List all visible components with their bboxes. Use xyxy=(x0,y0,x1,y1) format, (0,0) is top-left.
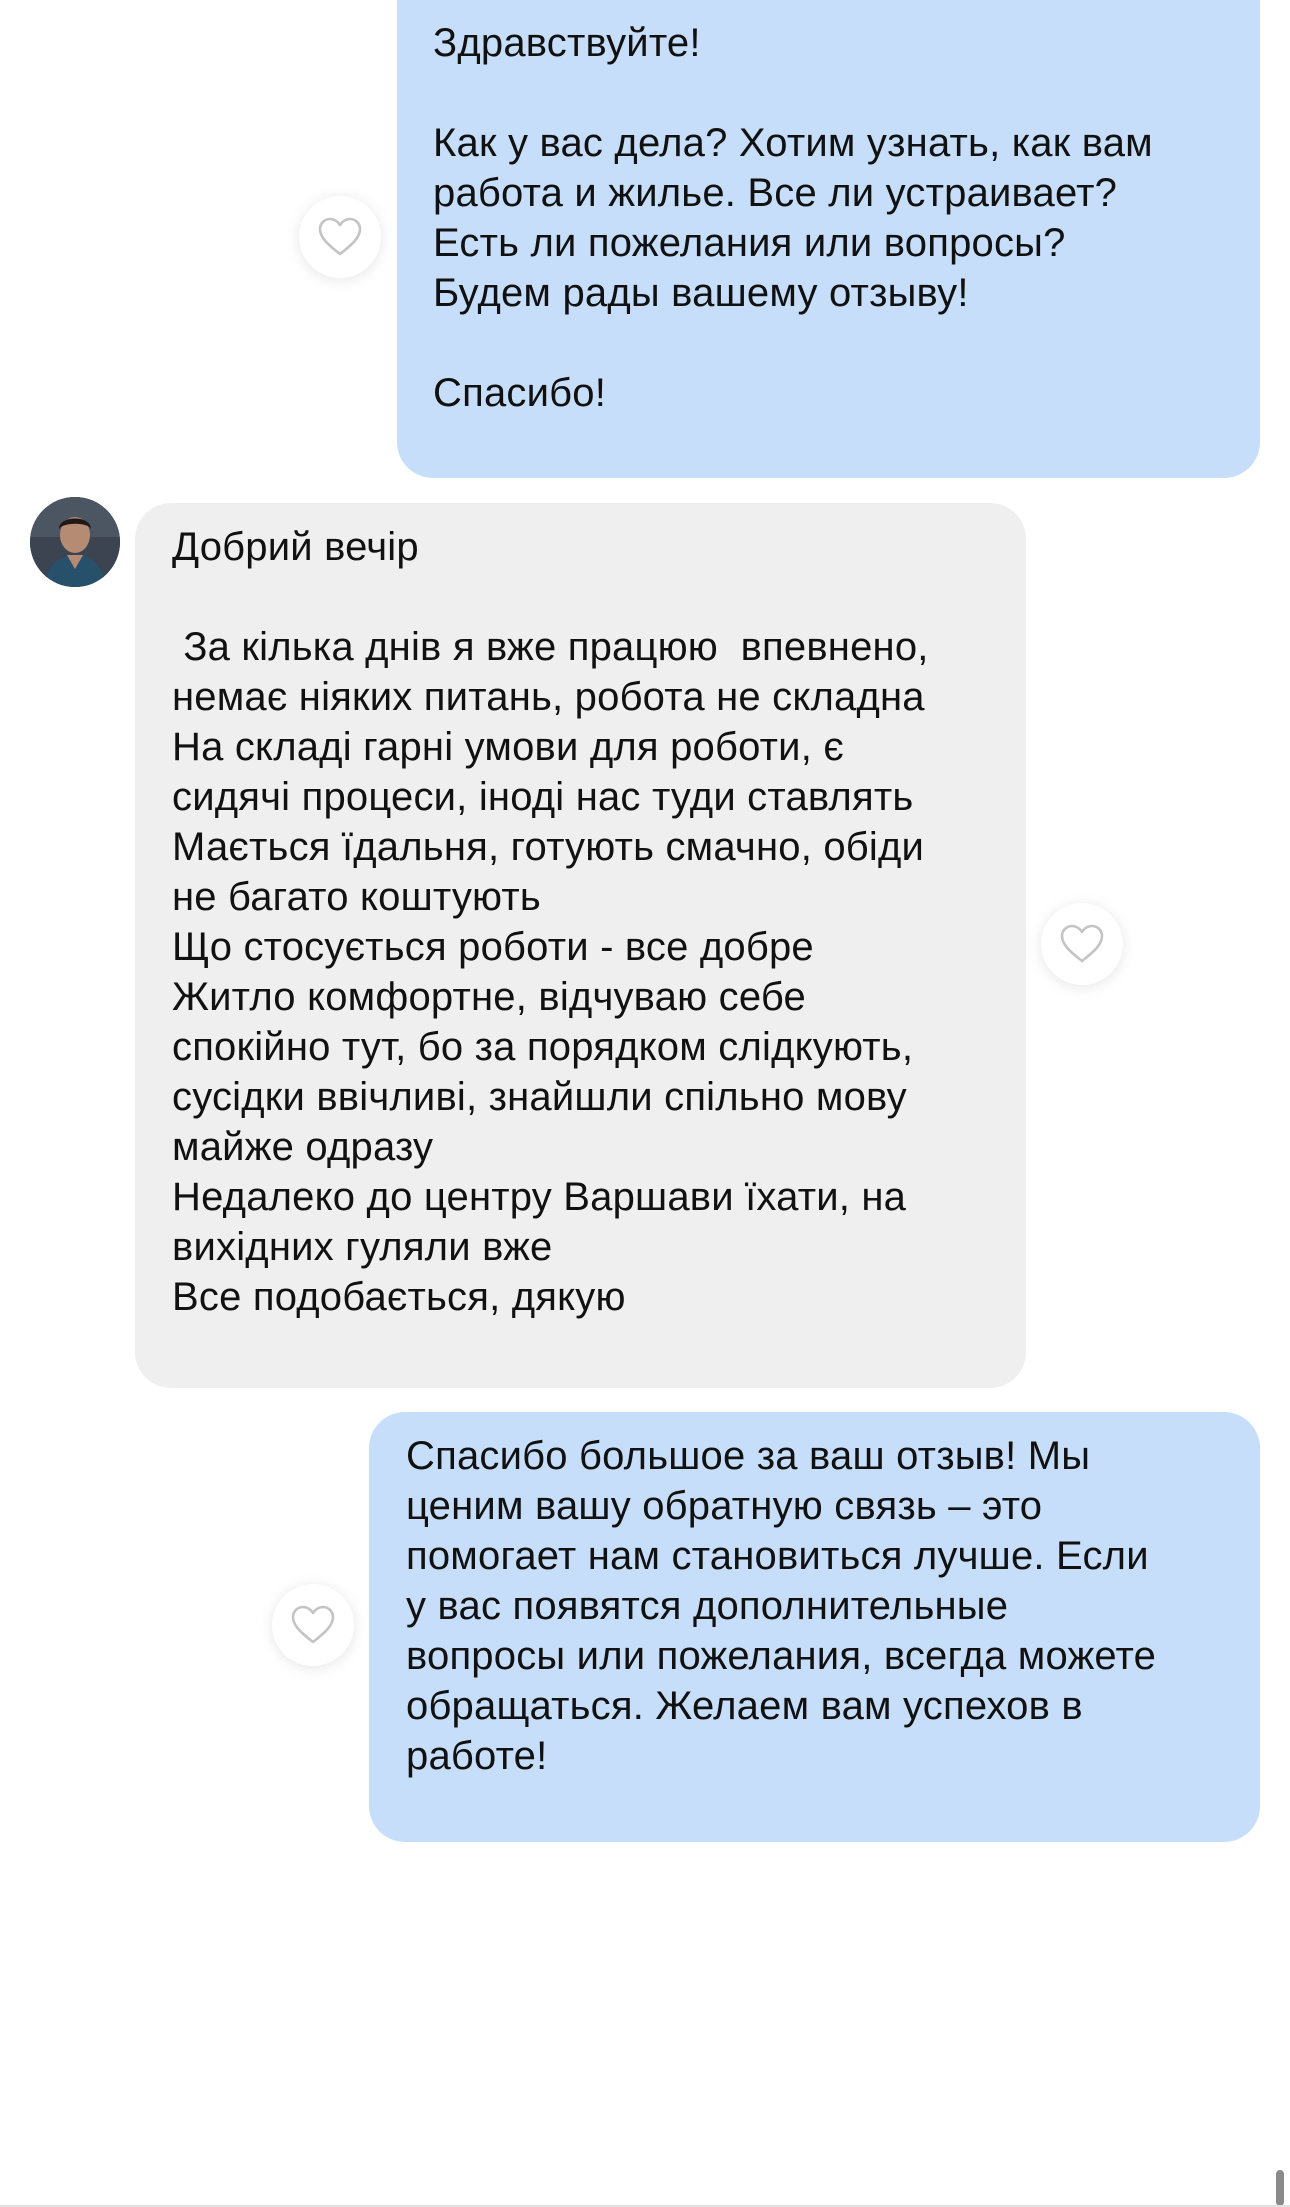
message-line: вихідних гуляли вже xyxy=(172,1225,553,1269)
like-button[interactable] xyxy=(1041,903,1123,985)
message-line xyxy=(433,68,1230,118)
message-line: Недалеко до центру Варшави їхати, на xyxy=(172,1175,907,1219)
message-line xyxy=(433,318,1230,368)
message-line: сусідки ввічливі, знайшли спільно мову xyxy=(172,1075,907,1119)
message-line: На складі гарні умови для роботи, є xyxy=(172,725,844,769)
message-bubble-outgoing[interactable]: Здравствуйте! Как у вас дела? Хотим узна… xyxy=(397,0,1260,478)
message-line: Житло комфортне, відчуваю себе xyxy=(172,975,806,1019)
message-line xyxy=(172,572,996,622)
heart-outline-icon xyxy=(1060,924,1104,963)
message-line: За кілька днів я вже працюю впевнено, xyxy=(172,625,929,669)
message-line: ценим вашу обратную связь – это xyxy=(406,1484,1043,1528)
message-bubble-incoming[interactable]: Добрий вечір За кілька днів я вже працюю… xyxy=(135,503,1026,1388)
message-bubble-outgoing[interactable]: Спасибо большое за ваш отзыв! Мы ценим в… xyxy=(369,1412,1260,1842)
message-line: помогает нам становиться лучше. Если xyxy=(406,1534,1149,1578)
message-line: Все подобається, дякую xyxy=(172,1275,626,1319)
heart-outline-icon xyxy=(318,217,362,256)
message-line: сидячі процеси, іноді нас туди ставлять xyxy=(172,775,914,819)
heart-outline-icon xyxy=(291,1605,335,1644)
message-line: работе! xyxy=(406,1734,548,1778)
message-line: немає ніяких питань, робота не складна xyxy=(172,675,925,719)
like-button[interactable] xyxy=(272,1584,354,1666)
message-line: у вас появятся дополнительные xyxy=(406,1584,1009,1628)
avatar-image xyxy=(30,497,120,587)
message-line: Есть ли пожелания или вопросы? xyxy=(433,221,1066,265)
like-button[interactable] xyxy=(299,196,381,278)
message-line: Здравствуйте! xyxy=(433,21,701,65)
message-line: Спасибо большое за ваш отзыв! Мы xyxy=(406,1434,1091,1478)
message-line: Мається їдальня, готують смачно, обіди xyxy=(172,825,925,869)
message-line: спокійно тут, бо за порядком слідкують, xyxy=(172,1025,914,1069)
contact-avatar[interactable] xyxy=(30,497,120,587)
message-line: Добрий вечір xyxy=(172,525,419,569)
message-line: майже одразу xyxy=(172,1125,434,1169)
message-line: Будем рады вашему отзыву! xyxy=(433,271,969,315)
message-line: обращаться. Желаем вам успехов в xyxy=(406,1684,1083,1728)
scrollbar-thumb[interactable] xyxy=(1276,2170,1284,2206)
message-line: вопросы или пожелания, всегда можете xyxy=(406,1634,1157,1678)
message-line: Как у вас дела? Хотим узнать, как вам xyxy=(433,121,1153,165)
message-line: работа и жилье. Все ли устраивает? xyxy=(433,171,1118,215)
message-line: не багато коштують xyxy=(172,875,541,919)
message-line: Що стосується роботи - все добре xyxy=(172,925,814,969)
message-line: Спасибо! xyxy=(433,371,607,415)
